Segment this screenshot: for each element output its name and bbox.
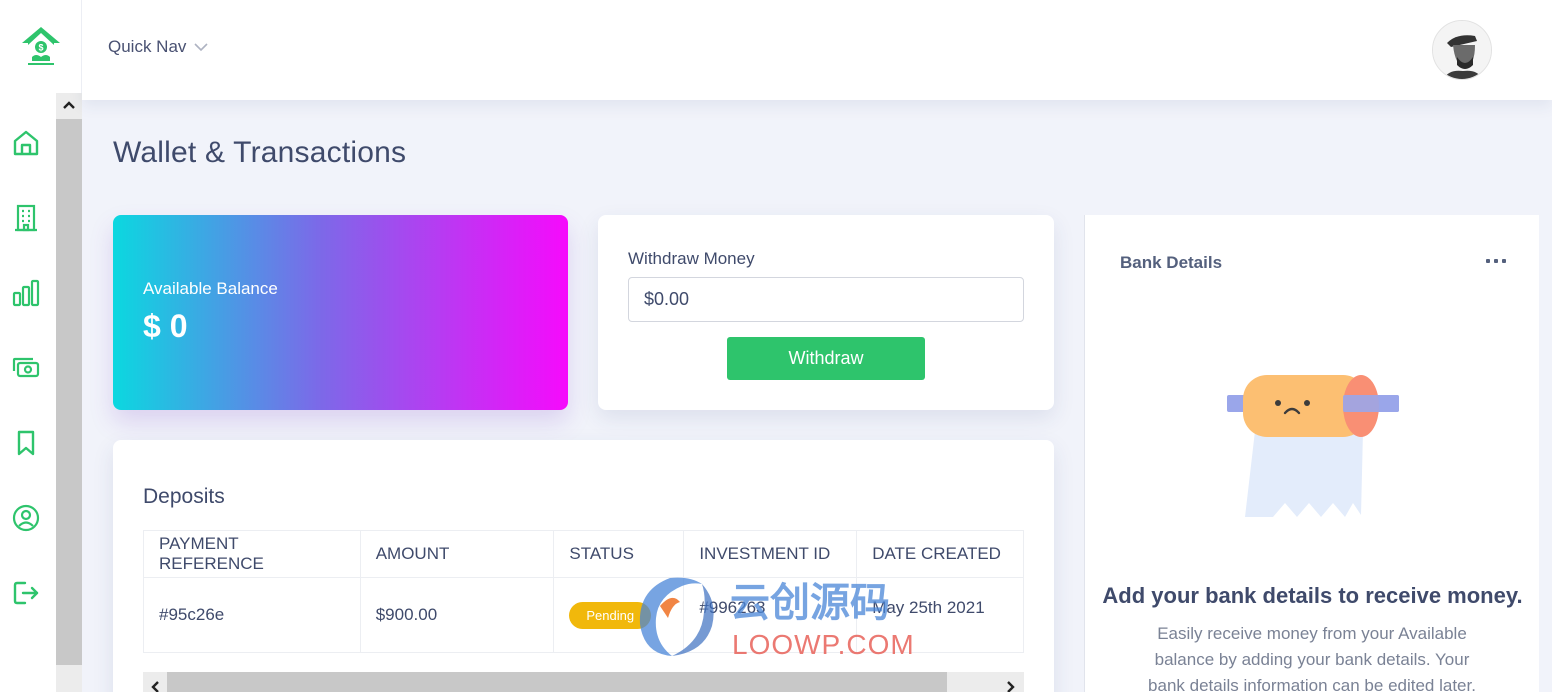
chart-icon [12, 279, 40, 307]
nav-home[interactable] [8, 125, 44, 161]
building-icon [15, 204, 37, 232]
bookmark-icon [17, 430, 35, 456]
chevron-down-icon [194, 42, 208, 51]
watermark-main-text: 云创源码 [730, 580, 890, 626]
top-header: Quick Nav [82, 0, 1552, 100]
horizontal-scrollbar-thumb[interactable] [167, 672, 947, 692]
withdraw-label: Withdraw Money [628, 249, 755, 268]
nav-properties[interactable] [8, 200, 44, 236]
chevron-right-icon [1007, 681, 1015, 692]
money-icon [12, 357, 40, 378]
column-header-status[interactable]: STATUS [553, 530, 685, 578]
balance-value: $ 0 [143, 308, 188, 344]
quick-nav-dropdown[interactable]: Quick Nav [108, 37, 208, 57]
brand-logo[interactable]: $ [0, 0, 82, 93]
nav-analytics[interactable] [8, 275, 44, 311]
bank-details-card: Bank Details Add your bank details to re… [1084, 215, 1539, 692]
quick-nav-label: Quick Nav [108, 37, 187, 56]
svg-text:$: $ [38, 42, 43, 52]
cell-payment-reference: #95c26e [143, 577, 361, 653]
scroll-right-button[interactable] [1003, 678, 1019, 692]
balance-card: Available Balance $ 0 [113, 215, 568, 410]
withdraw-amount-input[interactable] [628, 277, 1024, 322]
withdraw-card: Withdraw Money Withdraw [598, 215, 1054, 410]
table-header-row: PAYMENT REFERENCE AMOUNT STATUS INVESTME… [143, 530, 1024, 578]
nav-saved[interactable] [8, 425, 44, 461]
table-horizontal-scrollbar[interactable] [143, 672, 1024, 692]
cell-amount: $900.00 [359, 577, 555, 653]
avatar-image [1433, 21, 1491, 79]
more-options-button[interactable] [1486, 253, 1506, 269]
column-header-payment-reference[interactable]: PAYMENT REFERENCE [143, 530, 361, 578]
user-icon [12, 504, 40, 532]
bank-details-title: Bank Details [1120, 253, 1223, 272]
nav-wallet[interactable] [8, 350, 44, 386]
more-dot [1494, 259, 1498, 263]
user-avatar[interactable] [1432, 20, 1492, 80]
deposits-title: Deposits [143, 485, 225, 508]
page-title: Wallet & Transactions [113, 136, 407, 169]
logout-icon [13, 581, 39, 605]
nav-logout[interactable] [8, 575, 44, 611]
house-money-logo-icon: $ [21, 26, 60, 65]
bank-empty-heading: Add your bank details to receive money. [1102, 583, 1523, 608]
watermark-logo: 云创源码 LOOWP.COM [639, 577, 915, 660]
more-dot [1486, 259, 1490, 263]
chevron-up-icon [63, 101, 75, 109]
scroll-up-button[interactable] [56, 93, 82, 117]
chevron-left-icon [151, 681, 159, 692]
empty-roll-illustration [1227, 375, 1399, 517]
column-header-investment-id[interactable]: INVESTMENT ID [683, 530, 858, 578]
home-icon [13, 130, 39, 156]
scrollbar-thumb[interactable] [56, 119, 82, 665]
withdraw-button[interactable]: Withdraw [727, 337, 925, 380]
balance-label: Available Balance [143, 279, 278, 298]
watermark-sub-text: LOOWP.COM [732, 629, 915, 660]
nav-profile[interactable] [8, 500, 44, 536]
column-header-amount[interactable]: AMOUNT [359, 530, 555, 578]
scroll-left-button[interactable] [147, 678, 163, 692]
sidebar [0, 93, 56, 692]
bank-empty-description: Easily receive money from your Available… [1148, 624, 1476, 692]
column-header-date-created[interactable]: DATE CREATED [856, 530, 1024, 578]
more-dot [1502, 259, 1506, 263]
sidebar-scrollbar[interactable] [56, 93, 82, 692]
